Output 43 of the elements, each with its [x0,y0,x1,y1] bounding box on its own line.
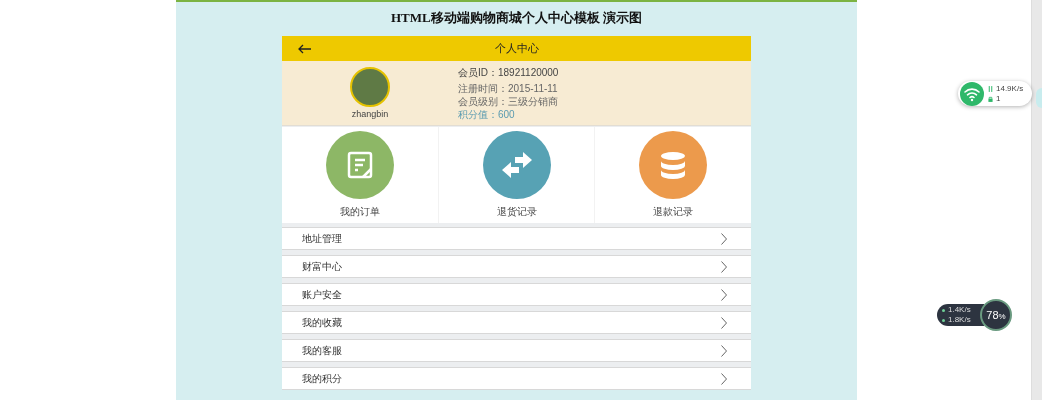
swap-arrows-icon[interactable] [482,131,551,199]
chevron-right-icon [721,232,727,245]
menu-item-label: 财富中心 [302,259,342,274]
chevron-right-icon [721,260,727,273]
document-icon[interactable] [325,131,394,199]
header-title: 个人中心 [494,41,539,56]
shortcut-label[interactable]: 退货记录 [496,205,537,219]
page-title: HTML移动端购物商城个人中心模板 演示图 [391,9,642,27]
menu-item-label: 我的客服 [302,343,342,358]
usage-percent: 78% [986,309,1006,321]
menu-item[interactable]: 我的积分 [282,367,751,390]
chevron-right-icon [721,288,727,301]
chevron-right-icon [721,344,727,357]
scrollbar[interactable] [1031,0,1042,400]
username: zhangbin [351,109,389,119]
shortcut-label[interactable]: 我的订单 [339,205,380,219]
lock-icon [988,95,993,102]
device-count: 1 [996,94,1001,103]
menu-item-label: 地址管理 [302,231,342,246]
menu-item-label: 账户安全 [302,287,342,302]
chevron-right-icon [721,372,727,385]
network-widget[interactable]: 14.9K/s 1 [958,81,1032,106]
menu-item[interactable]: 账户安全 [282,283,751,306]
menu-item[interactable]: 我的客服 [282,339,751,362]
register-date: 注册时间：2015-11-11 [458,82,559,95]
wifi-icon [960,81,984,106]
menu-item[interactable]: 我的收藏 [282,311,751,334]
database-icon[interactable] [639,131,708,199]
download-speed: 1.8K/s [948,315,971,325]
network-speed: 14.9K/s [996,84,1024,93]
speed-widget[interactable]: 1.4K/s 1.8K/s 78% [937,300,1012,330]
shortcut-label[interactable]: 退款记录 [653,205,694,219]
points-value: 积分值：600 [458,108,516,121]
menu-item[interactable]: 财富中心 [282,255,751,278]
upload-speed: 1.4K/s [948,305,971,315]
chevron-right-icon [721,316,727,329]
menu-item[interactable]: 地址管理 [282,227,751,250]
member-id: 会员ID：18921120000 [458,65,559,80]
back-arrow-icon[interactable] [298,43,312,54]
menu-item-label: 我的收藏 [302,315,342,330]
avatar-photo-placeholder [350,67,390,107]
member-level: 会员级别：三级分销商 [458,95,559,108]
menu-item-label: 我的积分 [302,371,342,386]
